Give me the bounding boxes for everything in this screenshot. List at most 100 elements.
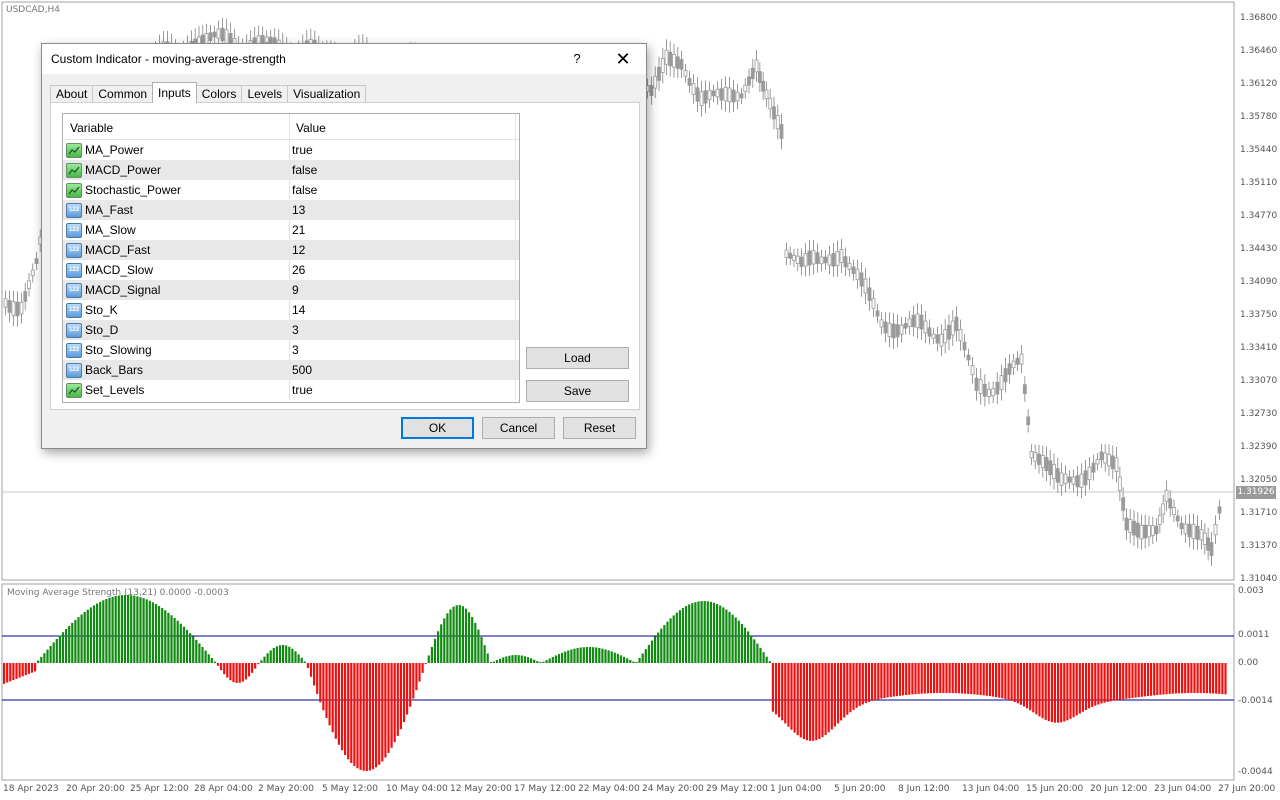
input-row-ma-slow[interactable]: 123 MA_Slow 21 <box>63 220 519 240</box>
histogram-bar <box>945 663 948 694</box>
cancel-button[interactable]: Cancel <box>482 417 555 439</box>
histogram-bar <box>601 648 604 663</box>
candle-body <box>23 291 28 302</box>
input-row-set-levels[interactable]: Set_Levels true <box>63 380 519 400</box>
variable-value[interactable]: 14 <box>292 303 305 317</box>
histogram-bar <box>1162 663 1165 695</box>
input-row-back-bars[interactable]: 123 Back_Bars 500 <box>63 360 519 380</box>
input-row-macd-signal[interactable]: 123 MACD_Signal 9 <box>63 280 519 300</box>
variable-value[interactable]: 500 <box>292 363 312 377</box>
load-button[interactable]: Load <box>526 347 629 369</box>
input-row-stochastic-power[interactable]: Stochastic_Power false <box>63 180 519 200</box>
variable-column-header[interactable]: Variable <box>70 121 113 135</box>
time-tick-label: 23 Jun 04:00 <box>1154 784 1212 794</box>
time-tick-label: 25 Apr 12:00 <box>130 784 189 794</box>
histogram-bar <box>1202 663 1205 694</box>
histogram-bar <box>1115 663 1119 701</box>
variable-value[interactable]: 3 <box>292 343 299 357</box>
input-row-sto-slowing[interactable]: 123 Sto_Slowing 3 <box>63 340 519 360</box>
histogram-bar <box>1026 663 1029 709</box>
tab-inputs[interactable]: Inputs <box>152 82 197 103</box>
histogram-bar <box>1050 663 1053 723</box>
variable-value[interactable]: true <box>292 383 313 397</box>
histogram-bar <box>105 598 108 663</box>
candle-body <box>915 313 920 329</box>
histogram-bar <box>34 663 37 672</box>
input-row-sto-k[interactable]: 123 Sto_K 14 <box>63 300 519 320</box>
tab-visualization[interactable]: Visualization <box>287 85 367 103</box>
candle-body <box>947 324 951 340</box>
price-tick-label: 1.35440 <box>1240 145 1278 155</box>
histogram-bar <box>1171 663 1174 694</box>
input-row-ma-power[interactable]: MA_Power true <box>63 140 519 160</box>
histogram-bar <box>468 612 471 663</box>
histogram-bar <box>1174 663 1177 694</box>
boolean-type-icon <box>66 163 82 178</box>
variable-value[interactable]: true <box>292 143 313 157</box>
histogram-bar <box>880 663 883 699</box>
tab-levels[interactable]: Levels <box>241 85 289 103</box>
input-row-sto-d[interactable]: 123 Sto_D 3 <box>63 320 519 340</box>
save-button[interactable]: Save <box>526 380 629 402</box>
inputs-grid[interactable]: Variable Value MA_Power true MACD_Power fal… <box>62 113 520 403</box>
dialog-titlebar[interactable]: Custom Indicator - moving-average-streng… <box>42 44 646 74</box>
histogram-bar <box>1131 663 1134 698</box>
tab-colors[interactable]: Colors <box>195 85 243 103</box>
histogram-bar <box>173 617 176 663</box>
variable-value[interactable]: 21 <box>292 223 305 237</box>
candle-body <box>1079 473 1084 488</box>
price-tick-label: 1.32390 <box>1240 442 1278 452</box>
value-column-header[interactable]: Value <box>296 121 326 135</box>
histogram-bar <box>102 600 105 663</box>
candle-body <box>657 66 661 81</box>
histogram-bar <box>1137 663 1140 698</box>
boolean-type-icon <box>66 183 82 198</box>
candle-body <box>927 327 932 337</box>
help-button[interactable]: ? <box>566 45 588 73</box>
candle-body <box>727 87 732 103</box>
histogram-bar <box>21 663 24 677</box>
histogram-bar <box>492 661 495 663</box>
histogram-bar <box>737 620 740 663</box>
close-button[interactable]: ✕ <box>608 45 638 73</box>
histogram-bar <box>976 663 979 695</box>
histogram-bar <box>697 601 700 663</box>
histogram-bar <box>12 663 15 681</box>
tab-common[interactable]: Common <box>92 85 154 103</box>
histogram-bar <box>821 663 824 738</box>
variable-value[interactable]: false <box>292 163 317 177</box>
variable-name: MACD_Fast <box>85 243 151 257</box>
tab-about[interactable]: About <box>50 85 94 103</box>
ok-button[interactable]: OK <box>401 417 474 439</box>
symbol-label: USDCAD,H4 <box>6 5 60 15</box>
variable-value[interactable]: 3 <box>292 323 299 337</box>
price-tick-label: 1.34770 <box>1240 211 1278 221</box>
reset-button[interactable]: Reset <box>563 417 636 439</box>
input-row-macd-slow[interactable]: 123 MACD_Slow 26 <box>63 260 519 280</box>
candle-body <box>707 89 712 100</box>
variable-value[interactable]: 13 <box>292 203 305 217</box>
candle-body <box>939 333 944 347</box>
variable-value[interactable]: 26 <box>292 263 305 277</box>
variable-value[interactable]: 12 <box>292 243 305 257</box>
histogram-bar <box>623 656 626 663</box>
histogram-bar <box>1038 663 1041 717</box>
histogram-bar <box>554 655 557 663</box>
variable-value[interactable]: 9 <box>292 283 299 297</box>
histogram-bar <box>356 663 359 769</box>
histogram-bar <box>1208 663 1212 694</box>
histogram-bar <box>660 628 663 663</box>
variable-value[interactable]: false <box>292 183 317 197</box>
histogram-bar <box>223 663 226 675</box>
histogram-bar <box>570 649 573 663</box>
input-row-macd-power[interactable]: MACD_Power false <box>63 160 519 180</box>
histogram-bar <box>396 663 399 736</box>
input-row-ma-fast[interactable]: 123 MA_Fast 13 <box>63 200 519 220</box>
histogram-bar <box>189 633 192 663</box>
histogram-bar <box>613 652 616 663</box>
candle-body <box>653 75 658 89</box>
histogram-bar <box>889 663 892 697</box>
candle-body <box>3 298 8 308</box>
candle-body <box>668 51 673 67</box>
input-row-macd-fast[interactable]: 123 MACD_Fast 12 <box>63 240 519 260</box>
